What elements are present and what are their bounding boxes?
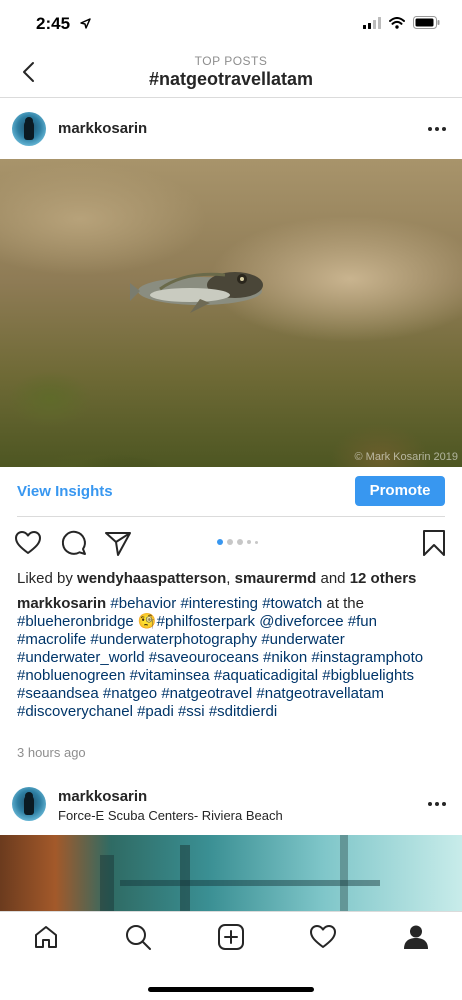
hashtag-link[interactable]: #seaandsea (17, 685, 99, 702)
hashtag-link[interactable]: #vitaminsea (130, 667, 210, 684)
hashtag-link[interactable]: #underwaterphotography (90, 631, 257, 648)
tab-home[interactable] (31, 922, 61, 952)
cellular-signal-icon (363, 16, 381, 29)
location-arrow-icon (80, 18, 91, 29)
view-insights-link[interactable]: View Insights (17, 483, 113, 500)
nav-header: TOP POSTS #natgeotravellatam (0, 50, 462, 98)
post-header: markkosarin Force-E Scuba Centers- Rivie… (0, 780, 462, 838)
hashtag-link[interactable]: #nobluenogreen (17, 667, 125, 684)
post-username[interactable]: markkosarin (58, 788, 147, 805)
likes-separator: , (226, 570, 235, 587)
hashtag-link[interactable]: #bigbluelights (322, 667, 414, 684)
hashtag-link[interactable]: #blueheronbridge (17, 613, 134, 630)
status-bar: 2:45 (0, 0, 462, 50)
wifi-icon (389, 16, 405, 29)
avatar[interactable] (12, 787, 46, 821)
image-watermark: © Mark Kosarin 2019 (354, 451, 459, 463)
post-caption: markkosarin #behavior #interesting #towa… (17, 595, 447, 721)
likes-others[interactable]: 12 others (350, 570, 417, 587)
status-time: 2:45 (36, 14, 71, 33)
likes-and: and (316, 570, 350, 587)
carousel-dot (247, 540, 251, 544)
tab-new-post[interactable] (216, 922, 246, 952)
hashtag-link[interactable]: #saveouroceans (149, 649, 259, 666)
post-actions (0, 527, 462, 559)
hashtag-link[interactable]: #philfosterpark (157, 613, 255, 630)
carousel-dot (227, 539, 233, 545)
fish-photo (130, 272, 263, 313)
liker-username[interactable]: smaurermd (235, 570, 317, 587)
post-timestamp: 3 hours ago (17, 745, 86, 760)
home-indicator[interactable] (148, 987, 314, 992)
hashtag-link[interactable]: #towatch (262, 595, 322, 612)
home-icon (35, 926, 57, 948)
hashtag-link[interactable]: #nikon (263, 649, 307, 666)
hashtag-link[interactable]: #discoverychanel (17, 703, 133, 720)
hashtag-link[interactable]: #natgeotravellatam (256, 685, 384, 702)
profile-icon (404, 925, 428, 949)
likes-prefix: Liked by (17, 570, 78, 587)
hashtag-link[interactable]: #underwater (261, 631, 344, 648)
post-location[interactable]: Force-E Scuba Centers- Riviera Beach (58, 808, 283, 823)
liker-username[interactable]: wendyhaaspatterson (77, 570, 226, 587)
hashtag-link[interactable]: #instagramphoto (311, 649, 423, 666)
tab-bar (0, 911, 462, 1000)
hashtag-link[interactable]: #ssi (178, 703, 205, 720)
more-options-icon[interactable] (428, 127, 446, 131)
caption-username[interactable]: markkosarin (17, 595, 106, 612)
post-username[interactable]: markkosarin (58, 120, 147, 137)
hashtag-link[interactable]: #macrolife (17, 631, 86, 648)
battery-icon (413, 16, 440, 29)
hashtag-link[interactable]: #fun (348, 613, 377, 630)
post-header: markkosarin (0, 100, 462, 158)
hashtag-link[interactable]: #aquaticadigital (214, 667, 318, 684)
comment-icon[interactable] (60, 529, 88, 557)
page-title: #natgeotravellatam (148, 69, 314, 89)
caption-text: 🧐 (133, 613, 157, 630)
carousel-dot (237, 539, 243, 545)
post-image[interactable]: © Mark Kosarin 2019 (0, 159, 462, 467)
carousel-dot (217, 539, 223, 545)
tab-profile[interactable] (401, 922, 431, 952)
hashtag-link[interactable]: #padi (137, 703, 174, 720)
hashtag-link[interactable]: #interesting (180, 595, 258, 612)
heart-icon[interactable] (14, 529, 42, 557)
carousel-indicator (217, 539, 258, 545)
avatar[interactable] (12, 112, 46, 146)
hashtag-link[interactable]: #natgeo (103, 685, 157, 702)
header-subtitle: TOP POSTS (194, 54, 268, 68)
tab-activity[interactable] (308, 922, 338, 952)
search-icon (126, 925, 151, 950)
insights-row: View Insights Promote (0, 467, 462, 517)
hashtag-link[interactable]: #sditdierdi (209, 703, 277, 720)
carousel-dot (255, 540, 258, 544)
caption-text: at the (322, 595, 364, 612)
hashtag-link[interactable]: #behavior (110, 595, 176, 612)
post-image[interactable] (0, 835, 462, 911)
hashtag-link[interactable]: @diveforcee (259, 613, 343, 630)
share-icon[interactable] (104, 529, 132, 557)
hashtag-link[interactable]: #underwater_world (17, 649, 145, 666)
tab-search[interactable] (123, 922, 153, 952)
more-options-icon[interactable] (428, 802, 446, 806)
hashtag-link[interactable]: #natgeotravel (161, 685, 252, 702)
bookmark-icon[interactable] (420, 529, 448, 557)
divider (17, 516, 445, 517)
promote-button[interactable]: Promote (355, 476, 445, 506)
new-post-icon (218, 924, 244, 950)
likes-summary[interactable]: Liked by wendyhaaspatterson, smaurermd a… (17, 570, 416, 587)
activity-heart-icon (310, 925, 336, 948)
